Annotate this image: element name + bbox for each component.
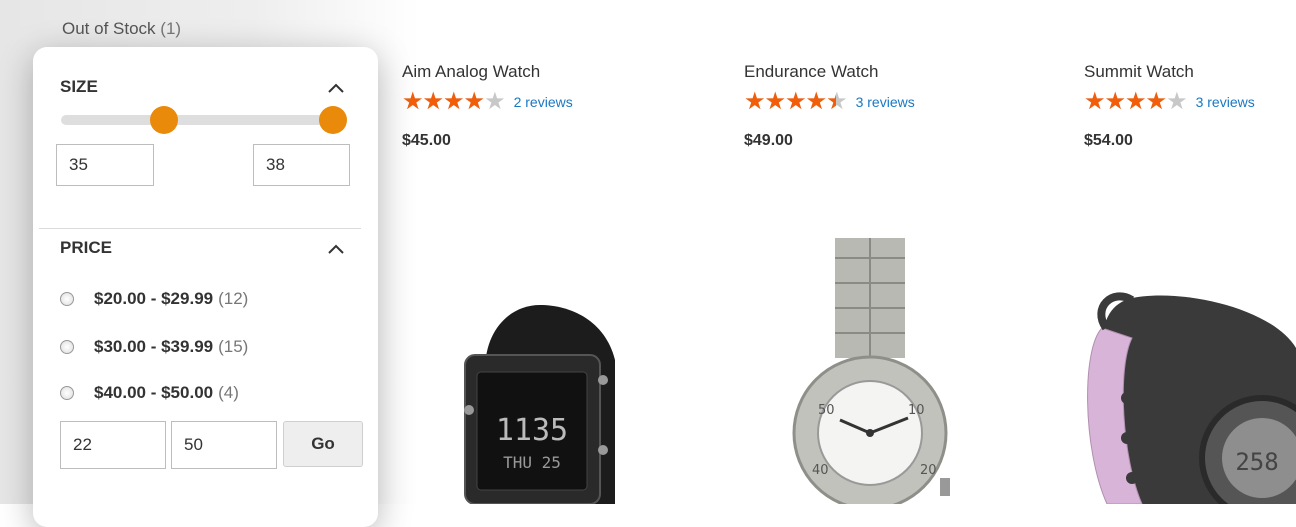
- price-option[interactable]: $40.00 - $50.00 (4): [60, 383, 239, 403]
- size-slider-min-handle[interactable]: [150, 106, 179, 134]
- rating-stars-icon: ★★★★★★★★★★: [402, 88, 506, 115]
- price-min-input[interactable]: 22: [60, 421, 166, 469]
- price-option[interactable]: $30.00 - $39.99 (15): [60, 337, 248, 357]
- price-max-input[interactable]: 50: [171, 421, 277, 469]
- chevron-up-icon[interactable]: [325, 79, 347, 97]
- rating-stars-icon: ★★★★★★★★★★: [1084, 88, 1188, 115]
- product-image[interactable]: 50 10 20 40: [790, 238, 950, 504]
- product-price: $49.00: [744, 132, 793, 149]
- reviews-link[interactable]: 2 reviews: [514, 94, 573, 110]
- svg-text:50: 50: [818, 403, 835, 418]
- radio-icon[interactable]: [60, 340, 74, 354]
- filter-divider: [39, 228, 361, 229]
- product-name[interactable]: Summit Watch: [1084, 62, 1296, 82]
- product-image[interactable]: 1135 THU 25: [455, 300, 625, 504]
- size-filter-title[interactable]: SIZE: [60, 77, 98, 97]
- product-image[interactable]: 258: [1072, 288, 1296, 504]
- product-item: Aim Analog Watch ★★★★★★★★★★ 2 reviews $4…: [402, 62, 702, 150]
- size-min-input[interactable]: 35: [56, 144, 154, 186]
- svg-text:258: 258: [1235, 448, 1278, 476]
- filter-panel: SIZE 35 38 PRICE $20.00 - $29.99 (12) $3…: [33, 47, 378, 527]
- product-rating: ★★★★★★★★★★ 3 reviews: [1084, 90, 1296, 114]
- product-rating: ★★★★★★★★★★ 2 reviews: [402, 90, 702, 114]
- svg-text:40: 40: [812, 463, 829, 478]
- size-slider[interactable]: [61, 106, 347, 134]
- size-slider-max-handle[interactable]: [319, 106, 347, 134]
- price-option-count: (15): [218, 337, 249, 356]
- price-option[interactable]: $20.00 - $29.99 (12): [60, 289, 248, 309]
- product-price: $54.00: [1084, 132, 1133, 149]
- out-of-stock-count: (1): [160, 19, 182, 38]
- svg-text:THU 25: THU 25: [503, 453, 561, 472]
- product-name[interactable]: Endurance Watch: [744, 62, 1044, 82]
- svg-text:1135: 1135: [496, 413, 568, 448]
- product-name[interactable]: Aim Analog Watch: [402, 62, 702, 82]
- price-filter-title[interactable]: PRICE: [60, 238, 112, 258]
- product-item: Endurance Watch ★★★★★★★★★★ 3 reviews $49…: [744, 62, 1044, 150]
- size-max-input[interactable]: 38: [253, 144, 350, 186]
- price-option-range: $30.00 - $39.99: [94, 337, 214, 356]
- svg-text:20: 20: [920, 463, 937, 478]
- product-price: $45.00: [402, 132, 451, 149]
- svg-text:10: 10: [908, 403, 925, 418]
- price-option-range: $20.00 - $29.99: [94, 289, 214, 308]
- radio-icon[interactable]: [60, 386, 74, 400]
- reviews-link[interactable]: 3 reviews: [856, 94, 915, 110]
- price-option-count: (4): [218, 383, 239, 402]
- price-go-button[interactable]: Go: [283, 421, 363, 467]
- out-of-stock-label: Out of Stock: [62, 19, 156, 38]
- product-item: Summit Watch ★★★★★★★★★★ 3 reviews $54.00: [1084, 62, 1296, 150]
- price-option-count: (12): [218, 289, 249, 308]
- chevron-up-icon[interactable]: [325, 240, 347, 258]
- radio-icon[interactable]: [60, 292, 74, 306]
- product-rating: ★★★★★★★★★★ 3 reviews: [744, 90, 1044, 114]
- filter-out-of-stock[interactable]: Out of Stock (1): [62, 19, 181, 39]
- reviews-link[interactable]: 3 reviews: [1196, 94, 1255, 110]
- rating-stars-icon: ★★★★★★★★★★: [744, 88, 848, 115]
- price-option-range: $40.00 - $50.00: [94, 383, 214, 402]
